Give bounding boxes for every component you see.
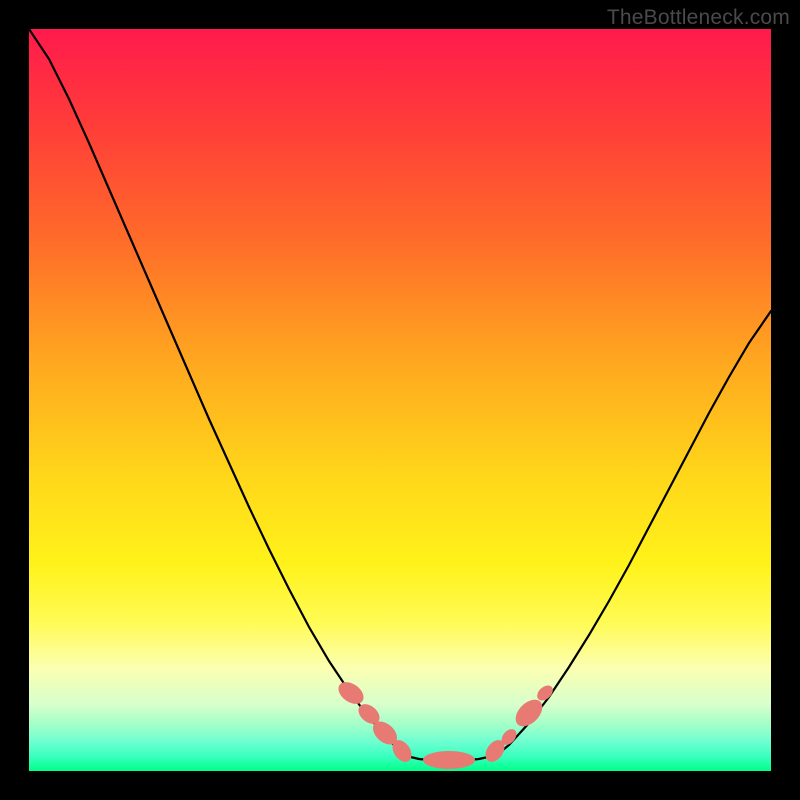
curve-marker xyxy=(334,678,367,709)
plot-area xyxy=(29,29,771,771)
watermark-text: TheBottleneck.com xyxy=(607,6,790,30)
curve-svg xyxy=(29,29,771,771)
curve-markers xyxy=(334,678,555,769)
curve-marker xyxy=(423,751,475,769)
bottleneck-curve xyxy=(29,29,771,761)
chart-frame: TheBottleneck.com xyxy=(0,0,800,800)
